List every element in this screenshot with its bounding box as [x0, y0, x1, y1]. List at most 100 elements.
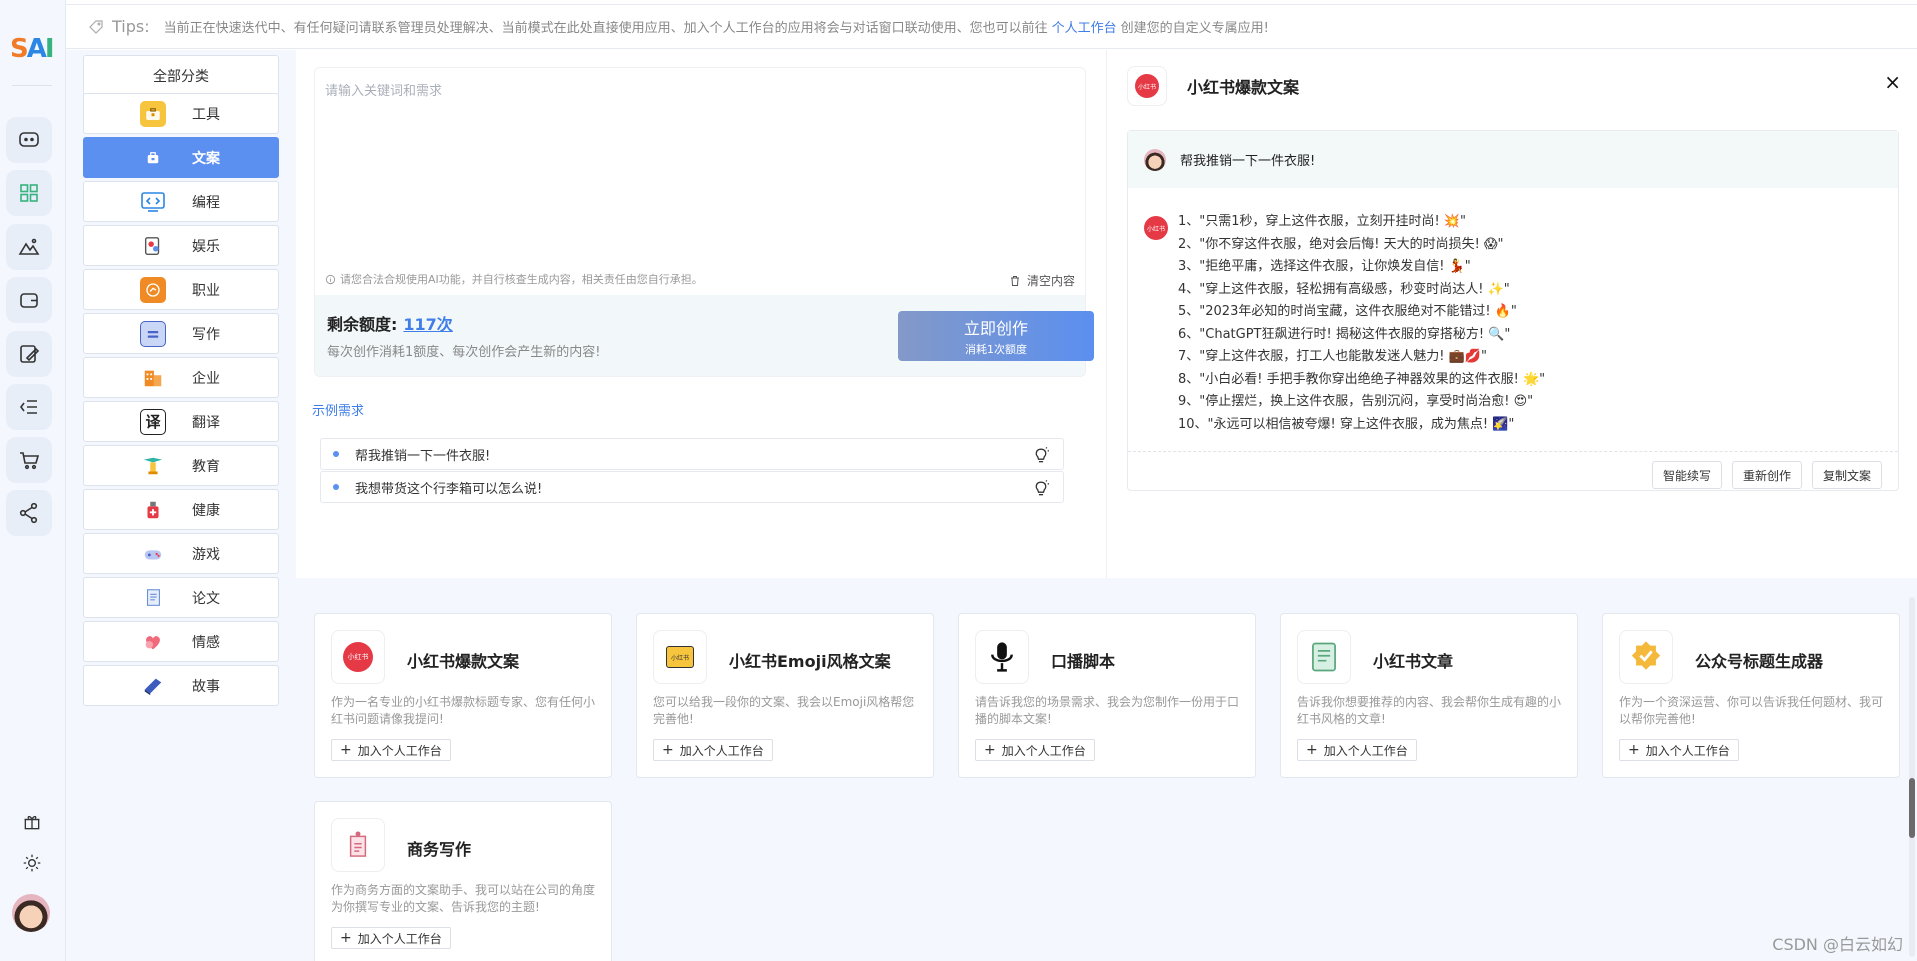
- user-avatar[interactable]: [12, 894, 50, 932]
- copy-text-button[interactable]: 复制文案: [1811, 461, 1882, 489]
- compliance-hint-text: 请您合法合规使用AI功能，并自行核查生成内容，相关责任由您自行承担。: [340, 273, 703, 286]
- rail-wallet-button[interactable]: [6, 277, 52, 323]
- scrollbar-thumb[interactable]: [1909, 778, 1915, 838]
- xiaohongshu-icon: 小红书: [1135, 74, 1159, 98]
- recreate-button[interactable]: 重新创作: [1731, 461, 1802, 489]
- example-text: 帮我推销一下一件衣服!: [355, 448, 491, 464]
- emotion-icon: [140, 629, 166, 655]
- story-icon: [140, 673, 166, 699]
- category-writing[interactable]: 写作: [83, 313, 279, 354]
- image-icon: [18, 238, 40, 255]
- scrollbar-track[interactable]: [1909, 597, 1915, 957]
- card-desc: 作为商务方面的文案助手、我可以站在公司的角度为你撰写专业的文案、告诉我您的主题!: [331, 883, 596, 914]
- category-tools[interactable]: 工具: [83, 93, 279, 134]
- create-now-button[interactable]: 立即创作 消耗1次额度: [898, 311, 1094, 361]
- category-career[interactable]: 职业: [83, 269, 279, 310]
- clear-content-button[interactable]: 清空内容: [1009, 272, 1075, 289]
- rail-edit-image-button[interactable]: [6, 331, 52, 377]
- left-rail: SAI: [0, 0, 66, 961]
- examples-title: 示例需求: [312, 404, 365, 419]
- toolbox-icon: [140, 100, 166, 127]
- category-all[interactable]: 全部分类: [83, 55, 279, 96]
- quota-value[interactable]: 117次: [403, 315, 452, 334]
- edit-image-icon: [20, 345, 40, 363]
- bullet-dot: [333, 451, 339, 457]
- example-item[interactable]: 帮我推销一下一件衣服!: [320, 438, 1064, 470]
- category-education[interactable]: 教育: [83, 445, 279, 486]
- add-to-workspace-button[interactable]: + 加入个人工作台: [331, 927, 451, 949]
- app-card-voice-script[interactable]: 口播脚本 请告诉我您的场景需求、我会为您制作一份用于口播的脚本文案! + 加入个人…: [958, 613, 1256, 778]
- category-label: 写作: [192, 326, 220, 343]
- wallet-icon: [20, 293, 38, 308]
- category-sidebar: 全部分类 工具 文案 编程 娱乐 职业 写作 企业 译 翻译 教育 健康 游戏 …: [66, 50, 296, 961]
- lightbulb-icon[interactable]: [1031, 478, 1051, 498]
- category-story[interactable]: 故事: [83, 665, 279, 706]
- add-to-workspace-button[interactable]: + 加入个人工作台: [1297, 739, 1417, 761]
- share-icon: [19, 502, 38, 524]
- info-icon: [325, 274, 336, 284]
- card-desc: 告诉我你想要推荐的内容、我会帮你生成有趣的小红书风格的文章!: [1297, 695, 1562, 726]
- example-item[interactable]: 我想带货这个行李箱可以怎么说!: [320, 471, 1064, 503]
- app-card-xiaohongshu-emoji[interactable]: 小红书 小红书Emoji风格文案 您可以给我一段你的文案、我会以Emoji风格帮…: [636, 613, 934, 778]
- continue-writing-button[interactable]: 智能续写: [1651, 461, 1722, 489]
- tips-text-end: 创建您的自定义专属应用!: [1120, 21, 1269, 36]
- add-to-workspace-button[interactable]: + 加入个人工作台: [653, 739, 773, 761]
- user-question: 帮我推销一下一件衣服!: [1128, 131, 1898, 188]
- card-title: 小红书爆款文案: [407, 652, 520, 671]
- rail-gift-button[interactable]: [18, 808, 46, 836]
- category-label: 翻译: [192, 414, 220, 431]
- writing-icon: [140, 320, 166, 347]
- rail-theme-button[interactable]: [18, 849, 46, 877]
- category-emotion[interactable]: 情感: [83, 621, 279, 662]
- category-label: 全部分类: [153, 68, 209, 85]
- app-card-business-writing[interactable]: 商务写作 作为商务方面的文案助手、我可以站在公司的角度为你撰写专业的文案、告诉我…: [314, 801, 612, 961]
- prompt-textarea[interactable]: 请输入关键词和需求 请您合法合规使用AI功能，并自行核查生成内容，相关责任由您自…: [314, 67, 1086, 302]
- user-question-text: 帮我推销一下一件衣服!: [1180, 154, 1316, 169]
- category-copywriting[interactable]: 文案: [83, 137, 279, 178]
- category-paper[interactable]: 论文: [83, 577, 279, 618]
- category-enterprise[interactable]: 企业: [83, 357, 279, 398]
- answer-line: 2、"你不穿这件衣服，绝对会后悔! 天大的时尚损失! 😱": [1178, 236, 1504, 252]
- lightbulb-icon[interactable]: [1031, 445, 1051, 465]
- category-entertainment[interactable]: 娱乐: [83, 225, 279, 266]
- app-card-xiaohongshu-article[interactable]: 小红书文章 告诉我你想要推荐的内容、我会帮你生成有趣的小红书风格的文章! + 加入…: [1280, 613, 1578, 778]
- category-game[interactable]: 游戏: [83, 533, 279, 574]
- rail-cart-button[interactable]: [6, 437, 52, 483]
- quota-desc: 每次创作消耗1额度、每次创作会产生新的内容!: [327, 345, 601, 360]
- card-desc: 您可以给我一段你的文案、我会以Emoji风格帮您完善他!: [653, 695, 915, 726]
- notebook-icon: [1312, 642, 1336, 672]
- sun-icon: [23, 854, 41, 872]
- app-card-xiaohongshu-copy[interactable]: 小红书 小红书爆款文案 作为一名专业的小红书爆款标题专家、您有任何小红书问题请像…: [314, 613, 612, 778]
- close-icon[interactable]: ×: [1884, 70, 1901, 94]
- app-card-official-account-title[interactable]: 公众号标题生成器 作为一个资深运营、你可以告诉我任何题材、我可以帮你完善他! +…: [1602, 613, 1900, 778]
- business-writing-icon: [349, 831, 367, 857]
- result-title: 小红书爆款文案: [1187, 78, 1300, 97]
- xiaohongshu-emoji-icon: 小红书: [666, 646, 694, 668]
- category-programming[interactable]: 编程: [83, 181, 279, 222]
- answer-line: 6、"ChatGPT狂飙进行时! 揭秘这件衣服的穿搭秘方! 🔍": [1178, 326, 1511, 342]
- category-translate[interactable]: 译 翻译: [83, 401, 279, 442]
- translate-icon: 译: [140, 408, 166, 435]
- add-to-workspace-button[interactable]: + 加入个人工作台: [331, 739, 451, 761]
- prompt-placeholder: 请输入关键词和需求: [325, 84, 443, 99]
- rail-image-button[interactable]: [6, 224, 52, 270]
- user-avatar-small: [1144, 148, 1166, 171]
- rail-share-button[interactable]: [6, 490, 52, 536]
- verified-badge-icon: [1631, 641, 1661, 670]
- personal-workspace-link[interactable]: 个人工作台: [1052, 17, 1117, 36]
- rail-list-button[interactable]: [6, 384, 52, 430]
- add-to-workspace-button[interactable]: + 加入个人工作台: [1619, 739, 1739, 761]
- card-icon-frame: [975, 630, 1029, 684]
- rail-apps-button[interactable]: [6, 170, 52, 216]
- add-to-workspace-button[interactable]: + 加入个人工作台: [975, 739, 1095, 761]
- rail-chat-button[interactable]: [6, 117, 52, 163]
- code-icon: [140, 189, 166, 215]
- quota-label: 剩余额度:: [327, 315, 398, 334]
- category-label: 情感: [192, 634, 220, 651]
- trash-icon: [1010, 275, 1019, 286]
- app-logo[interactable]: SAI: [10, 34, 54, 64]
- watermark: CSDN @白云如幻: [1772, 935, 1903, 954]
- paper-icon: [140, 585, 166, 611]
- add-label: 加入个人工作台: [1001, 743, 1086, 758]
- category-health[interactable]: 健康: [83, 489, 279, 530]
